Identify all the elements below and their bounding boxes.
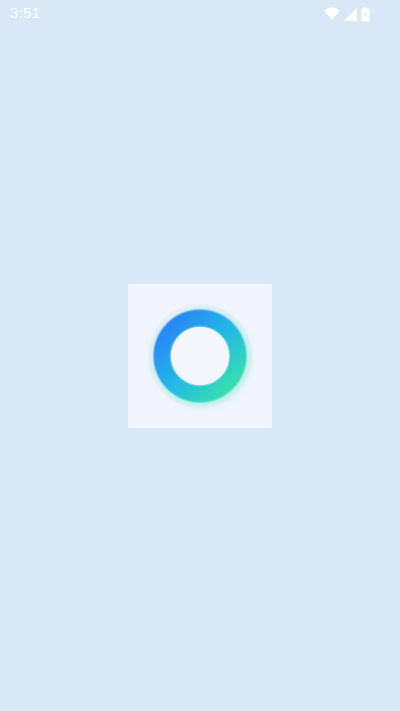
ring-logo-icon	[128, 284, 272, 428]
status-time: 3:51	[10, 5, 41, 22]
splash-logo-tile	[128, 284, 272, 428]
status-bar: 3:51	[0, 0, 400, 28]
cell-signal-icon	[344, 7, 357, 21]
status-icons	[324, 6, 370, 22]
battery-icon	[361, 6, 370, 22]
wifi-icon	[324, 7, 340, 21]
